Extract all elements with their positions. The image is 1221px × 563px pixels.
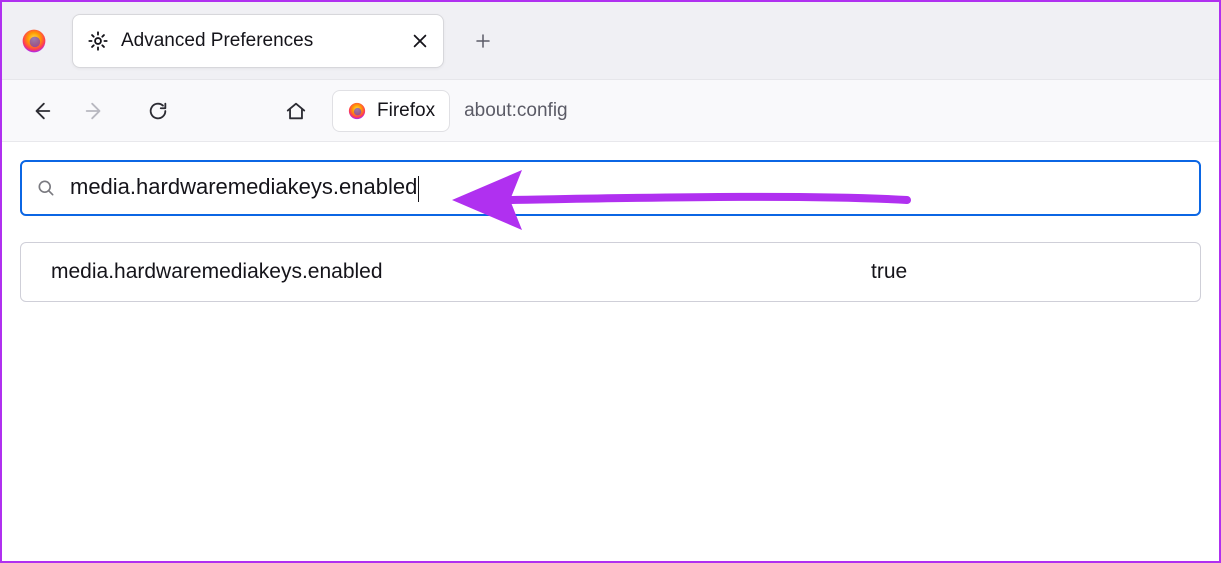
arrow-right-icon (87, 103, 100, 118)
firefox-app-icon (14, 27, 54, 55)
identity-label: Firefox (377, 100, 435, 122)
window-frame: Advanced Preferences (0, 0, 1221, 563)
back-button[interactable] (16, 89, 68, 133)
arrow-left-icon (37, 103, 50, 118)
text-caret (418, 176, 419, 202)
url-text: about:config (450, 100, 568, 122)
reload-button[interactable] (132, 89, 184, 133)
close-icon[interactable] (411, 32, 429, 50)
new-tab-button[interactable] (466, 24, 500, 58)
search-query-text: media.hardwaremediakeys.enabled (70, 174, 417, 199)
home-icon (285, 100, 307, 122)
reload-icon (147, 100, 169, 122)
tab-title: Advanced Preferences (109, 30, 411, 52)
search-icon (36, 178, 56, 198)
pref-search-box[interactable]: media.hardwaremediakeys.enabled (20, 160, 1201, 216)
browser-tab[interactable]: Advanced Preferences (72, 14, 444, 68)
firefox-logo-icon (347, 101, 367, 121)
pref-value: true (871, 260, 907, 284)
tab-strip: Advanced Preferences (2, 2, 1219, 80)
address-bar[interactable]: Firefox about:config (332, 90, 568, 132)
pref-result-row[interactable]: media.hardwaremediakeys.enabled true (20, 242, 1201, 302)
home-button[interactable] (270, 89, 322, 133)
identity-box[interactable]: Firefox (332, 90, 450, 132)
gear-icon (87, 30, 109, 52)
toolbar: Firefox about:config (2, 80, 1219, 142)
firefox-logo-icon (20, 27, 48, 55)
pref-name: media.hardwaremediakeys.enabled (51, 260, 871, 284)
plus-icon (474, 32, 492, 50)
forward-button (68, 89, 120, 133)
pref-search-input[interactable]: media.hardwaremediakeys.enabled (70, 174, 1185, 201)
page-content: media.hardwaremediakeys.enabled media.ha… (2, 142, 1219, 302)
